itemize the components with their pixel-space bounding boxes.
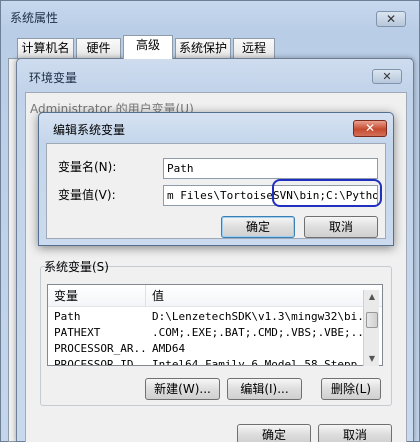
variable-name-label: 变量名(N): bbox=[58, 160, 117, 174]
column-header-value[interactable]: 值 bbox=[146, 285, 382, 307]
system-variables-list[interactable]: 变量 值 Path D:\LenzetechSDK\v1.3\mingw32\b… bbox=[47, 284, 383, 366]
table-row[interactable]: Path D:\LenzetechSDK\v1.3\mingw32\bi... bbox=[48, 309, 368, 325]
tab-advanced[interactable]: 高级 bbox=[123, 35, 173, 59]
dialog-title: 编辑系统变量 bbox=[53, 123, 126, 137]
env-ok-button[interactable]: 确定 bbox=[237, 424, 311, 442]
scrollbar-thumb[interactable] bbox=[366, 312, 378, 328]
highlight-annotation bbox=[272, 179, 382, 207]
row-variable-value: Intel64 Family 6 Model 58 Stepp... bbox=[152, 358, 364, 366]
tab-system-protection[interactable]: 系统保护 bbox=[175, 38, 231, 58]
table-row[interactable]: PATHEXT .COM;.EXE;.BAT;.CMD;.VBS;.VBE;..… bbox=[48, 325, 368, 341]
ok-button[interactable]: 确定 bbox=[221, 216, 295, 238]
env-cancel-button[interactable]: 取消 bbox=[318, 424, 392, 442]
scroll-up-icon[interactable]: ▲ bbox=[364, 290, 380, 304]
close-icon[interactable]: ✕ bbox=[372, 69, 402, 84]
window-title: 系统属性 bbox=[10, 11, 59, 25]
tab-hardware[interactable]: 硬件 bbox=[76, 38, 121, 58]
system-variables-label: 系统变量(S) bbox=[44, 260, 109, 274]
new-button[interactable]: 新建(W)... bbox=[145, 378, 220, 400]
table-row[interactable]: PROCESSOR_ID... Intel64 Family 6 Model 5… bbox=[48, 357, 368, 366]
window-title: 环境变量 bbox=[29, 71, 78, 85]
row-variable-value: AMD64 bbox=[152, 342, 186, 355]
row-variable-name: Path bbox=[54, 310, 81, 323]
variable-value-label: 变量值(V): bbox=[58, 188, 116, 202]
close-icon[interactable]: ✕ bbox=[353, 120, 387, 137]
row-variable-name: PATHEXT bbox=[54, 326, 101, 339]
row-variable-name: PROCESSOR_ID... bbox=[54, 358, 146, 366]
column-header-variable[interactable]: 变量 bbox=[48, 285, 146, 307]
tab-remote[interactable]: 远程 bbox=[233, 38, 275, 58]
row-variable-name: PROCESSOR_AR... bbox=[54, 342, 146, 355]
delete-button[interactable]: 删除(L) bbox=[321, 378, 381, 400]
table-row[interactable]: PROCESSOR_AR... AMD64 bbox=[48, 341, 368, 357]
tab-computer-name[interactable]: 计算机名 bbox=[17, 38, 74, 58]
cancel-button[interactable]: 取消 bbox=[304, 216, 378, 238]
vertical-scrollbar[interactable]: ▲ ▼ bbox=[363, 290, 379, 366]
scroll-down-icon[interactable]: ▼ bbox=[364, 352, 380, 366]
edit-button[interactable]: 编辑(I)... bbox=[227, 378, 302, 400]
row-variable-value: .COM;.EXE;.BAT;.CMD;.VBS;.VBE;... bbox=[152, 326, 364, 339]
close-icon[interactable]: ✕ bbox=[376, 11, 406, 27]
row-variable-value: D:\LenzetechSDK\v1.3\mingw32\bi... bbox=[152, 310, 364, 323]
variable-name-input[interactable]: Path bbox=[163, 158, 378, 179]
